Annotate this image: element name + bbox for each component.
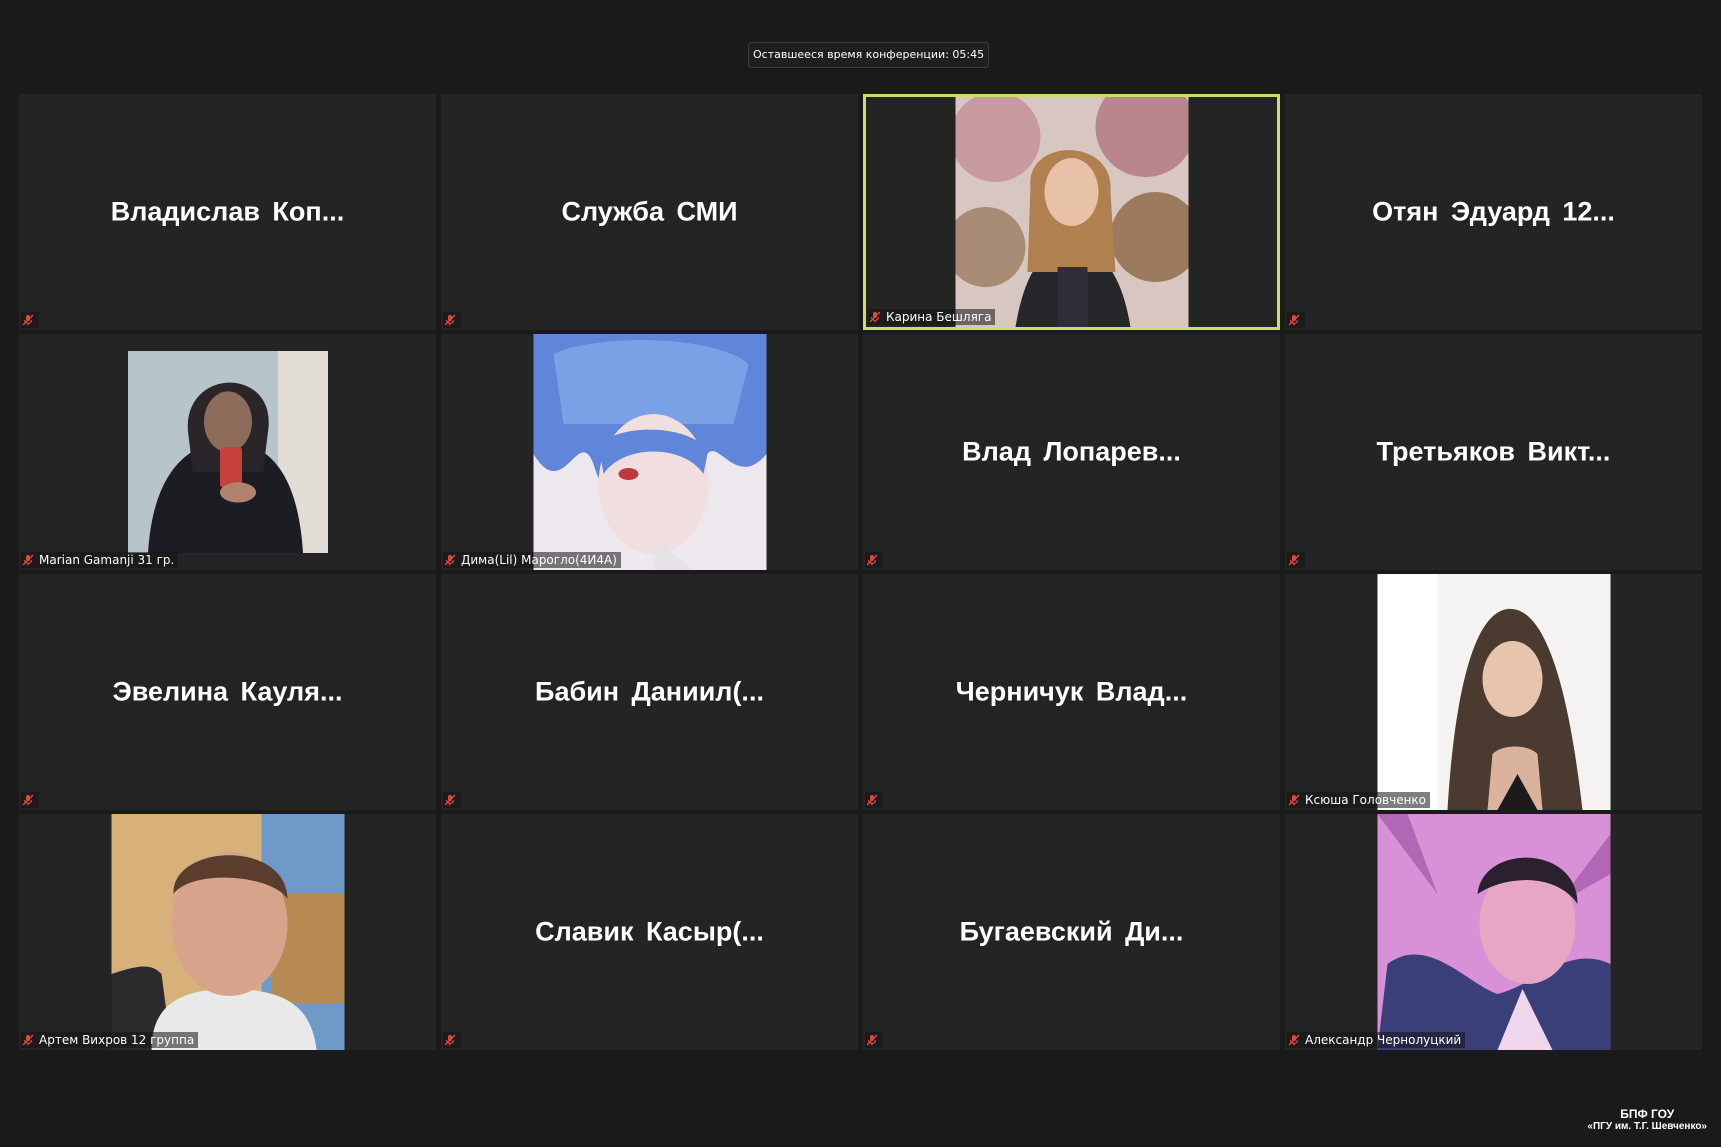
- participant-caption: [1287, 552, 1305, 568]
- participant-name: Славик Касыр(...: [535, 916, 764, 947]
- muted-mic-icon: [1288, 794, 1300, 806]
- muted-mic-icon: [1288, 1034, 1300, 1046]
- gallery-grid: Владислав Коп... Служба СМИ Карина Бешля…: [19, 94, 1702, 1050]
- participant-tile[interactable]: Marian Gamanji 31 гр.: [19, 334, 436, 570]
- participant-caption: Артем Вихров 12 группа: [21, 1032, 199, 1048]
- muted-mic-icon: [866, 794, 878, 806]
- participant-video: [127, 351, 328, 553]
- participant-name: Карина Бешляга: [886, 310, 992, 324]
- participant-tile[interactable]: Владислав Коп...: [19, 94, 436, 330]
- participant-name: Ксюша Головченко: [1305, 793, 1427, 807]
- participant-tile[interactable]: Бабин Даниил(...: [441, 574, 858, 810]
- muted-mic-icon: [22, 554, 34, 566]
- participant-video: [111, 814, 344, 1050]
- muted-mic-icon: [444, 554, 456, 566]
- muted-mic-icon: [444, 1034, 456, 1046]
- muted-mic-icon: [1288, 314, 1300, 326]
- participant-tile-active-speaker[interactable]: Карина Бешляга: [863, 94, 1280, 330]
- participant-video: [533, 334, 766, 570]
- participant-caption: [865, 1032, 883, 1048]
- muted-mic-icon: [1288, 554, 1300, 566]
- participant-tile[interactable]: Бугаевский Ди...: [863, 814, 1280, 1050]
- participant-name: Отян Эдуард 12...: [1372, 196, 1615, 227]
- participant-name: Влад Лопарев...: [962, 436, 1181, 467]
- participant-caption: Ксюша Головченко: [1287, 792, 1431, 808]
- participant-caption: Александр Чернолуцкий: [1287, 1032, 1466, 1048]
- participant-tile[interactable]: Черничук Влад...: [863, 574, 1280, 810]
- participant-caption: Marian Gamanji 31 гр.: [21, 552, 179, 568]
- participant-caption: Карина Бешляга: [868, 309, 996, 325]
- participant-tile[interactable]: Ксюша Головченко: [1285, 574, 1702, 810]
- participant-name: Третьяков Викт...: [1376, 436, 1611, 467]
- participant-tile[interactable]: Александр Чернолуцкий: [1285, 814, 1702, 1050]
- muted-mic-icon: [444, 794, 456, 806]
- participant-name: Marian Gamanji 31 гр.: [39, 553, 175, 567]
- participant-video: [1377, 574, 1610, 810]
- participant-name: Служба СМИ: [561, 196, 738, 227]
- participant-name: Артем Вихров 12 группа: [39, 1033, 195, 1047]
- participant-tile[interactable]: Влад Лопарев...: [863, 334, 1280, 570]
- participant-video: [955, 97, 1188, 327]
- participant-caption: [865, 792, 883, 808]
- muted-mic-icon: [869, 311, 881, 323]
- participant-tile[interactable]: Служба СМИ: [441, 94, 858, 330]
- participant-caption: [443, 792, 461, 808]
- participant-caption: [1287, 312, 1305, 328]
- participant-name: Бабин Даниил(...: [535, 676, 764, 707]
- participant-name: Эвелина Кауля...: [112, 676, 343, 707]
- participant-tile[interactable]: Отян Эдуард 12...: [1285, 94, 1702, 330]
- meeting-window: Оставшееся время конференции: 05:45 Влад…: [0, 0, 1721, 1147]
- participant-name: Александр Чернолуцкий: [1305, 1033, 1462, 1047]
- participant-name: Владислав Коп...: [110, 196, 345, 227]
- participant-tile[interactable]: Славик Касыр(...: [441, 814, 858, 1050]
- participant-caption: [443, 1032, 461, 1048]
- participant-name: Черничук Влад...: [955, 676, 1188, 707]
- participant-caption: Дима(Lil) Марогло(4И4А): [443, 552, 621, 568]
- muted-mic-icon: [22, 314, 34, 326]
- participant-tile[interactable]: Дима(Lil) Марогло(4И4А): [441, 334, 858, 570]
- participant-caption: [865, 552, 883, 568]
- watermark-line-2: «ПГУ им. Т.Г. Шевченко»: [1587, 1121, 1707, 1132]
- participant-caption: [21, 312, 39, 328]
- participant-caption: [443, 312, 461, 328]
- watermark-logo: БПФ ГОУ «ПГУ им. Т.Г. Шевченко»: [1587, 1107, 1707, 1133]
- watermark-line-1: БПФ ГОУ: [1620, 1107, 1675, 1121]
- participant-tile[interactable]: Эвелина Кауля...: [19, 574, 436, 810]
- muted-mic-icon: [866, 1034, 878, 1046]
- muted-mic-icon: [444, 314, 456, 326]
- participant-name: Дима(Lil) Марогло(4И4А): [461, 553, 617, 567]
- participant-caption: [21, 792, 39, 808]
- participant-name: Бугаевский Ди...: [959, 916, 1184, 947]
- meeting-time-remaining: Оставшееся время конференции: 05:45: [748, 42, 990, 68]
- muted-mic-icon: [22, 794, 34, 806]
- muted-mic-icon: [866, 554, 878, 566]
- muted-mic-icon: [22, 1034, 34, 1046]
- participant-video: [1377, 814, 1610, 1050]
- participant-tile[interactable]: Артем Вихров 12 группа: [19, 814, 436, 1050]
- participant-tile[interactable]: Третьяков Викт...: [1285, 334, 1702, 570]
